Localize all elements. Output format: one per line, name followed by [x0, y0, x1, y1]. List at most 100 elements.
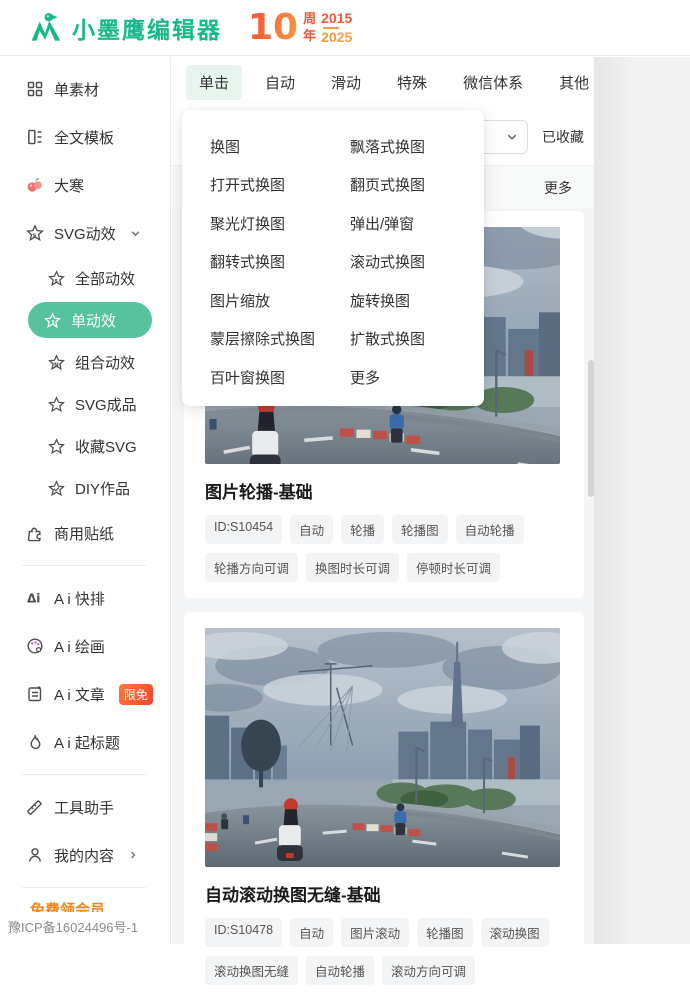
sidebar-item-ai-draw[interactable]: A i 绘画 [0, 622, 170, 670]
sidebar-item-tools[interactable]: 工具助手 [0, 783, 170, 831]
tag: 轮播方向可调 [205, 553, 298, 582]
dropdown-menu-item[interactable]: 图片缩放 [210, 281, 350, 320]
scrollbar-thumb[interactable] [588, 360, 594, 497]
flame-icon [26, 733, 44, 751]
card-tags: ID:S10478自动图片滚动轮播图滚动换图滚动换图无缝自动轮播滚动方向可调 [205, 918, 560, 985]
dropdown-menu-item[interactable]: 滚动式换图 [350, 243, 484, 282]
anniversary-zhounian: 周 年 [303, 11, 316, 44]
svg-text:Δi: Δi [27, 592, 40, 606]
sidebar: 单素材 全文模板 大寒 s SVG动效 [0, 57, 171, 944]
tag: ID:S10478 [205, 918, 282, 947]
anniversary-number: 10 [248, 10, 298, 46]
more-link[interactable]: 更多 [544, 178, 572, 198]
tag: 自动轮播 [456, 515, 524, 544]
sidebar-item-ai-title[interactable]: A i 起标题 [0, 718, 170, 766]
brand-title: 小墨鹰编辑器 [72, 11, 222, 45]
tab-special[interactable]: 特殊 [384, 65, 440, 100]
tag: 自动轮播 [306, 956, 374, 985]
dropdown-menu-item[interactable]: 扩散式换图 [350, 320, 484, 359]
sidebar-item-svg-finished[interactable]: SVG成品 [0, 383, 170, 425]
dropdown-menu-item[interactable]: 更多 [350, 358, 484, 397]
tag: 停顿时长可调 [407, 553, 500, 582]
app-logo[interactable]: 小墨鹰编辑器 [28, 10, 222, 46]
material-card[interactable]: 自动滚动换图无缝-基础 ID:S10478自动图片滚动轮播图滚动换图滚动换图无缝… [184, 612, 584, 1001]
icp-record-number: 豫ICP备16024496号-1 [0, 912, 169, 944]
dropdown-menu-item[interactable]: 翻转式换图 [210, 243, 350, 282]
card-title: 图片轮播-基础 [205, 478, 560, 503]
free-badge: 限免 [119, 684, 153, 705]
card-title: 自动滚动换图无缝-基础 [205, 881, 560, 906]
star-n-icon: N [48, 354, 65, 371]
tag: 滚动换图 [481, 918, 549, 947]
doc-pen-icon [26, 685, 44, 703]
sidebar-item-dahan[interactable]: 大寒 [0, 161, 170, 209]
star-s-icon: s [26, 224, 44, 242]
dropdown-menu-item[interactable]: 百叶窗换图 [210, 358, 350, 397]
sidebar-item-svg-anim[interactable]: s SVG动效 [0, 209, 170, 257]
sidebar-item-stickers[interactable]: 商用贴纸 [0, 509, 170, 557]
star-icon [48, 396, 65, 413]
card-tags: ID:S10454自动轮播轮播图自动轮播轮播方向可调换图时长可调停顿时长可调 [205, 515, 560, 582]
svg-text:s: s [33, 232, 37, 239]
dropdown-menu-item[interactable]: 打开式换图 [210, 166, 350, 205]
sidebar-item-ai-quick-layout[interactable]: Δi A i 快排 [0, 574, 170, 622]
eagle-logo-icon [28, 10, 64, 46]
svg-text:1: 1 [51, 320, 55, 326]
sidebar-item-fav-svg[interactable]: 收藏SVG [0, 425, 170, 467]
sidebar-divider [22, 565, 146, 566]
tag: 滚动换图无缝 [205, 956, 298, 985]
dropdown-menu-item[interactable]: 旋转换图 [350, 281, 484, 320]
favorited-toggle[interactable]: 已收藏 [542, 127, 584, 147]
puzzle-icon [26, 524, 44, 542]
dahan-icon [26, 176, 44, 194]
tab-wechat-system[interactable]: 微信体系 [450, 65, 536, 100]
sidebar-item-diy-works[interactable]: DIY作品 [0, 467, 170, 509]
tag: 轮播图 [417, 918, 473, 947]
dropdown-menu-item[interactable]: 弹出/弹窗 [350, 204, 484, 243]
dropdown-menu-item[interactable]: 换图 [210, 127, 350, 166]
sidebar-item-single-material[interactable]: 单素材 [0, 65, 170, 113]
chevron-down-icon [130, 228, 141, 239]
tag: 换图时长可调 [306, 553, 399, 582]
sidebar-item-single-anim[interactable]: 1 单动效 [28, 302, 152, 338]
tag: 轮播图 [392, 515, 448, 544]
app-header: 小墨鹰编辑器 10 周 年 2015 2025 [0, 0, 690, 56]
sidebar-item-combo-anim[interactable]: N 组合动效 [0, 341, 170, 383]
anniversary-badge: 10 周 年 2015 2025 [248, 10, 352, 46]
card-image[interactable] [205, 628, 560, 867]
svg-text:N: N [54, 362, 59, 368]
sidebar-item-all-anims[interactable]: s 全部动效 [0, 257, 170, 299]
tab-click[interactable]: 单击 [186, 65, 242, 100]
dropdown-menu-item[interactable]: 蒙层擦除式换图 [210, 320, 350, 359]
category-tabbar: 单击 自动 滑动 特殊 微信体系 其他 [172, 57, 594, 109]
dropdown-right-column: 飘落式换图翻页式换图弹出/弹窗滚动式换图旋转换图扩散式换图更多 [350, 127, 484, 397]
person-icon [26, 846, 44, 864]
dropdown-menu-item[interactable]: 翻页式换图 [350, 166, 484, 205]
ruler-icon [26, 798, 44, 816]
tag: 轮播 [341, 515, 384, 544]
dropdown-menu-item[interactable]: 飘落式换图 [350, 127, 484, 166]
chevron-right-icon [128, 850, 138, 860]
click-anim-dropdown-menu: 换图打开式换图聚光灯换图翻转式换图图片缩放蒙层擦除式换图百叶窗换图 飘落式换图翻… [182, 110, 484, 406]
star-icon [48, 438, 65, 455]
tag: 图片滚动 [341, 918, 409, 947]
chevron-down-icon [506, 131, 518, 143]
sidebar-item-full-template[interactable]: 全文模板 [0, 113, 170, 161]
star-check-icon [48, 480, 65, 497]
tab-slide[interactable]: 滑动 [318, 65, 374, 100]
star-s-icon: s [48, 270, 65, 287]
palette-icon [26, 637, 44, 655]
dropdown-left-column: 换图打开式换图聚光灯换图翻转式换图图片缩放蒙层擦除式换图百叶窗换图 [210, 127, 350, 397]
template-icon [26, 128, 44, 146]
sidebar-divider [22, 774, 146, 775]
dropdown-menu-item[interactable]: 聚光灯换图 [210, 204, 350, 243]
grid-icon [26, 80, 44, 98]
sidebar-item-ai-article[interactable]: A i 文章 限免 [0, 670, 170, 718]
sidebar-item-my-content[interactable]: 我的内容 [0, 831, 170, 879]
anniversary-years: 2015 2025 [321, 11, 352, 44]
tag: ID:S10454 [205, 515, 282, 544]
ai-quick-icon: Δi [26, 589, 44, 607]
tab-auto[interactable]: 自动 [252, 65, 308, 100]
star-1-icon: 1 [44, 312, 61, 329]
sidebar-divider [22, 887, 146, 888]
